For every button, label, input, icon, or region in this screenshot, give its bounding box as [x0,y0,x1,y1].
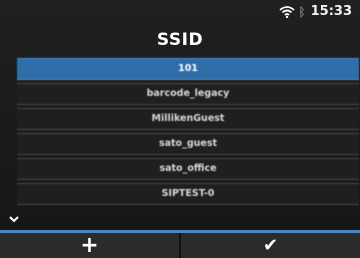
confirm-button[interactable]: ✔ [179,233,360,258]
status-bar: ᛒ 15:33 [0,0,360,24]
page-title: SSID [156,30,204,50]
chevron-down-icon[interactable] [8,209,20,223]
checkmark-icon: ✔ [262,235,279,256]
ssid-list: 101 barcode_legacy MillikenGuest sato_gu… [17,58,359,208]
add-button[interactable]: + [0,233,179,258]
clock: 15:33 [310,4,352,19]
screen: ᛒ 15:33 SSID 101 barcode_legacy Milliken… [0,0,360,258]
ssid-item[interactable]: 101 [17,58,359,80]
plus-icon: + [80,233,99,258]
bluetooth-icon: ᛒ [298,4,306,19]
ssid-item[interactable]: MillikenGuest [17,108,359,130]
ssid-item[interactable]: barcode_legacy [17,83,359,105]
wifi-icon [279,5,295,18]
status-indicators: ᛒ 15:33 [279,4,352,19]
ssid-item[interactable]: SIPTEST-0 [17,183,359,205]
ssid-item[interactable]: sato_guest [17,133,359,155]
ssid-item[interactable]: sato_office [17,158,359,180]
bottom-bar: + ✔ [0,230,360,258]
